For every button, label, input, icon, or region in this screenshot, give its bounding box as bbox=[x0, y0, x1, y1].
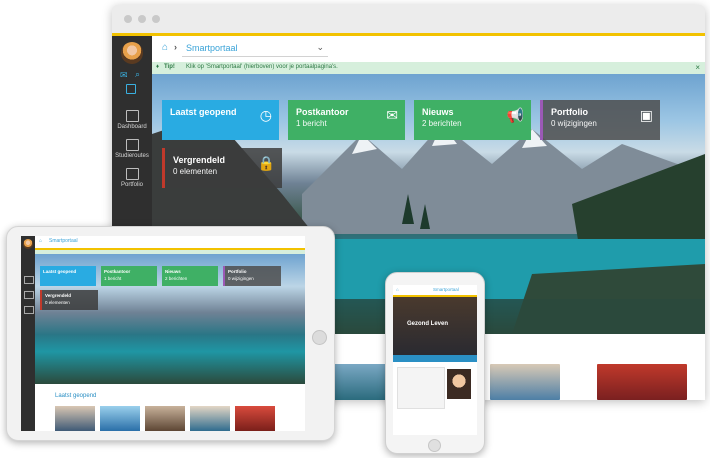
mail-icon[interactable]: ✉ bbox=[120, 70, 128, 81]
tile-title: Nieuws bbox=[165, 269, 181, 274]
tile-vergrendeld[interactable]: Vergrendeld 0 elementen bbox=[40, 290, 98, 310]
briefcase-icon: ▣ bbox=[639, 107, 653, 123]
tablet-device: ⌂ Smartportaal Laatst geopend Postkantoo… bbox=[6, 226, 335, 441]
close-icon[interactable]: × bbox=[695, 63, 700, 72]
breadcrumb-selected: Smartportaal bbox=[186, 43, 238, 53]
tile-title: Postkantoor bbox=[296, 107, 349, 117]
hero-title: Gezond Leven bbox=[407, 321, 449, 327]
tip-label: Tip! bbox=[164, 64, 175, 70]
tile-title: Laatst geopend bbox=[170, 107, 237, 117]
thumbnail-image[interactable] bbox=[490, 364, 560, 400]
phone-home-button[interactable] bbox=[428, 439, 441, 452]
tile-portfolio[interactable]: Portfolio 0 wijzigingen bbox=[223, 266, 281, 286]
briefcase-icon[interactable] bbox=[24, 306, 34, 314]
chevron-down-icon: ⌄ bbox=[316, 42, 324, 52]
breadcrumb-selected[interactable]: Smartportaal bbox=[433, 287, 459, 292]
section-title: Laatst geopend bbox=[55, 393, 97, 399]
tablet-home-button[interactable] bbox=[312, 330, 327, 345]
tile-portfolio[interactable]: Portfolio 0 wijzigingen ▣ bbox=[540, 100, 660, 140]
tile-nieuws[interactable]: Nieuws 2 berichten bbox=[162, 266, 218, 286]
window-control-dot[interactable] bbox=[152, 15, 160, 23]
sidebar-item-label: Dashboard bbox=[117, 124, 147, 130]
phone-tab-bar[interactable] bbox=[393, 355, 477, 362]
tip-bar: ♦ Tip! Klik op 'Smartportaal' (hierboven… bbox=[152, 62, 705, 74]
phone-screen: ⌂ Smartportaal Gezond Leven bbox=[393, 285, 477, 435]
thumbnail-image[interactable] bbox=[597, 364, 687, 400]
profile-photo bbox=[447, 369, 471, 399]
tile-subtitle: 2 berichten bbox=[422, 119, 462, 128]
window-control-dot[interactable] bbox=[124, 15, 132, 23]
tile-title: Portfolio bbox=[551, 107, 588, 117]
dashboard-icon[interactable] bbox=[24, 276, 34, 284]
top-bar: ⌂ › Smartportaal ⌄ bbox=[152, 36, 705, 63]
book-icon bbox=[125, 139, 139, 151]
megaphone-icon: 📢 bbox=[506, 107, 524, 123]
tile-subtitle: 0 wijzigingen bbox=[228, 276, 254, 281]
home-icon[interactable]: ⌂ bbox=[39, 238, 42, 244]
briefcase-icon bbox=[125, 168, 139, 180]
phone-device: ⌂ Smartportaal Gezond Leven bbox=[385, 272, 485, 454]
clock-icon: ◷ bbox=[259, 107, 272, 123]
book-icon[interactable] bbox=[24, 291, 34, 299]
home-icon[interactable]: ⌂ bbox=[162, 42, 168, 53]
breadcrumb-dropdown[interactable]: Smartportaal ⌄ bbox=[182, 41, 328, 57]
tile-subtitle: 2 berichten bbox=[165, 276, 188, 281]
avatar[interactable] bbox=[121, 42, 143, 64]
sidebar bbox=[21, 236, 35, 431]
envelope-icon: ✉ bbox=[386, 107, 398, 123]
thumbnail-image[interactable] bbox=[145, 406, 185, 431]
tile-postkantoor[interactable]: Postkantoor 1 bericht bbox=[101, 266, 157, 286]
sidebar-item-studieroutes[interactable]: Studieroutes bbox=[112, 139, 152, 159]
tile-subtitle: 1 bericht bbox=[104, 276, 122, 281]
top-bar: ⌂ Smartportaal bbox=[393, 285, 477, 297]
tile-title: Laatst geopend bbox=[43, 269, 77, 274]
tablet-screen: ⌂ Smartportaal Laatst geopend Postkantoo… bbox=[21, 236, 305, 431]
hero-landscape-image: Laatst geopend Postkantoor 1 bericht Nieu… bbox=[35, 254, 305, 384]
search-icon[interactable]: ⌕ bbox=[135, 69, 140, 80]
tile-nieuws[interactable]: Nieuws 2 berichten 📢 bbox=[414, 100, 531, 140]
lock-icon: 🔒 bbox=[257, 155, 275, 171]
tip-text: Klik op 'Smartportaal' (hierboven) voor … bbox=[186, 64, 338, 70]
breadcrumb-separator-icon: › bbox=[174, 42, 177, 52]
top-bar: ⌂ Smartportaal bbox=[35, 236, 305, 250]
tile-laatst-geopend[interactable]: Laatst geopend bbox=[40, 266, 96, 286]
thumbnail-image[interactable] bbox=[190, 406, 230, 431]
tile-subtitle: 1 bericht bbox=[296, 119, 327, 128]
lightbulb-icon: ♦ bbox=[156, 64, 160, 70]
copy-icon[interactable] bbox=[126, 84, 136, 94]
window-control-dot[interactable] bbox=[138, 15, 146, 23]
sidebar-item-portfolio[interactable]: Portfolio bbox=[112, 168, 152, 188]
tile-vergrendeld[interactable]: Vergrendeld 0 elementen 🔒 bbox=[162, 148, 282, 188]
home-icon[interactable]: ⌂ bbox=[396, 287, 399, 292]
thumbnail-image[interactable] bbox=[55, 406, 95, 431]
hero-image: Gezond Leven bbox=[393, 297, 477, 355]
breadcrumb-selected[interactable]: Smartportaal bbox=[49, 238, 78, 244]
tile-subtitle: 0 elementen bbox=[45, 300, 70, 305]
dashboard-icon bbox=[125, 110, 139, 122]
tile-subtitle: 0 elementen bbox=[173, 167, 218, 176]
sidebar-item-label: Portfolio bbox=[120, 182, 143, 188]
sidebar-item-dashboard[interactable]: Dashboard bbox=[112, 110, 152, 130]
tile-title: Postkantoor bbox=[104, 269, 131, 274]
tile-title: Portfolio bbox=[228, 269, 247, 274]
tile-subtitle: 0 wijzigingen bbox=[551, 119, 597, 128]
thumbnail-image[interactable] bbox=[235, 406, 275, 431]
tile-postkantoor[interactable]: Postkantoor 1 bericht ✉ bbox=[288, 100, 405, 140]
avatar[interactable] bbox=[23, 239, 33, 249]
tile-title: Nieuws bbox=[422, 107, 454, 117]
phone-list-panel bbox=[397, 367, 445, 409]
browser-titlebar bbox=[112, 5, 705, 36]
tile-title: Vergrendeld bbox=[173, 155, 226, 165]
thumbnail-image[interactable] bbox=[100, 406, 140, 431]
tile-laatst-geopend[interactable]: Laatst geopend ◷ bbox=[162, 100, 279, 140]
sidebar-item-label: Studieroutes bbox=[115, 153, 149, 159]
tile-title: Vergrendeld bbox=[45, 293, 72, 298]
